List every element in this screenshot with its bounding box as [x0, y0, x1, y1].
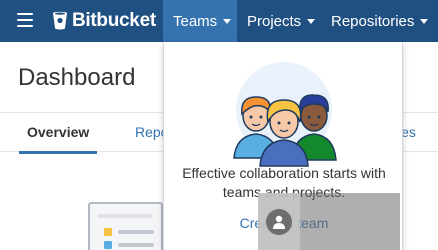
tab-overview[interactable]: Overview	[18, 124, 98, 154]
bitbucket-logo[interactable]: Bitbucket	[52, 9, 156, 33]
chevron-down-icon	[420, 18, 429, 24]
chevron-down-icon	[223, 18, 232, 24]
nav-projects-menu[interactable]: Projects	[237, 0, 321, 42]
top-navigation-bar: Bitbucket Teams Projects Repositories	[0, 0, 438, 42]
nav-teams-label: Teams	[173, 12, 218, 30]
menu-icon[interactable]	[17, 13, 33, 27]
checkbox-icon	[104, 241, 112, 249]
checkbox-icon	[104, 228, 112, 236]
team-people-illustration	[233, 62, 337, 167]
avatar-glyph-icon	[273, 215, 285, 229]
avatar-badge[interactable]	[258, 193, 300, 250]
checklist-illustration	[88, 202, 163, 250]
nav-repositories-label: Repositories	[331, 12, 415, 30]
nav-projects-label: Projects	[247, 12, 302, 30]
nav-repositories-menu[interactable]: Repositories	[321, 0, 438, 42]
brand-name: Bitbucket	[72, 10, 156, 31]
floating-overlay-widget[interactable]	[258, 193, 400, 250]
page-title: Dashboard	[18, 64, 136, 91]
chevron-down-icon	[307, 18, 316, 24]
user-avatar-icon	[266, 208, 292, 235]
nav-teams-menu[interactable]: Teams	[163, 0, 237, 42]
bitbucket-bucket-icon	[53, 11, 67, 30]
